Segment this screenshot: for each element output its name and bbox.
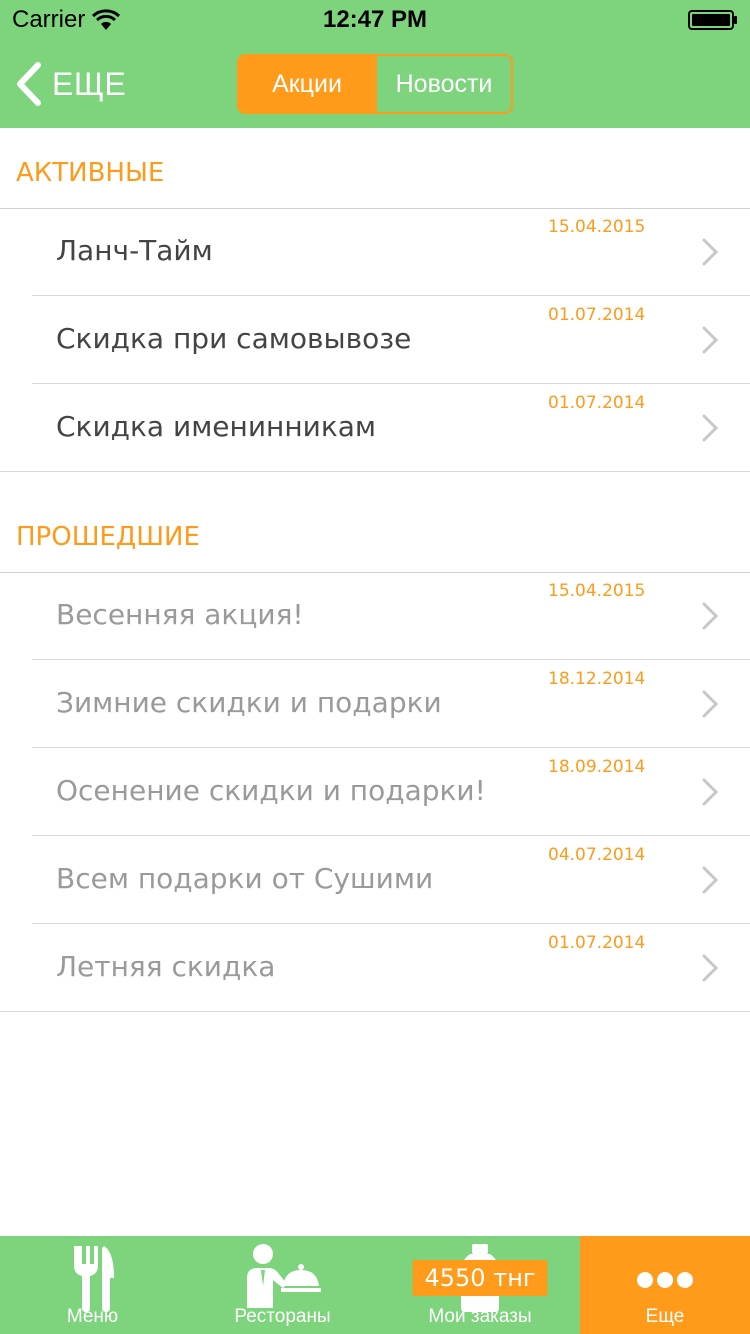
promo-title: Осенение скидки и подарки! [56, 774, 486, 807]
promo-title: Летняя скидка [56, 950, 276, 983]
tab-bar: Меню Рестораны 4550 тнг Мои заказы Еще [0, 1236, 750, 1334]
chevron-right-icon [702, 954, 719, 982]
order-total-badge: 4550 тнг [412, 1260, 548, 1296]
back-button[interactable]: ЕЩЕ [14, 60, 126, 108]
chevron-right-icon [702, 326, 719, 354]
list-item[interactable]: Летняя скидка 01.07.2014 [0, 924, 750, 1012]
fork-knife-icon [73, 1246, 114, 1312]
promo-date: 18.12.2014 [548, 669, 646, 689]
segment-promotions[interactable]: Акции [239, 56, 375, 112]
back-label: ЕЩЕ [52, 65, 127, 102]
more-dots-icon [637, 1272, 693, 1288]
promotions-list: АКТИВНЫЕ Ланч-Тайм 15.04.2015 Скидка при… [0, 128, 750, 1234]
list-item[interactable]: Скидка именинникам 01.07.2014 [0, 384, 750, 472]
battery-icon [688, 10, 737, 30]
section-title-past: ПРОШЕДШИЕ [16, 522, 200, 552]
promo-title: Ланч-Тайм [56, 234, 213, 267]
promo-date: 04.07.2014 [548, 845, 646, 865]
list-item[interactable]: Зимние скидки и подарки 18.12.2014 [0, 660, 750, 748]
chevron-right-icon [702, 414, 719, 442]
row-divider [0, 471, 750, 472]
promo-date: 01.07.2014 [548, 933, 646, 953]
promo-title: Зимние скидки и подарки [56, 686, 442, 719]
tab-restaurants[interactable]: Рестораны [185, 1236, 380, 1334]
chevron-right-icon [702, 866, 719, 894]
list-item[interactable]: Осенение скидки и подарки! 18.09.2014 [0, 748, 750, 836]
waiter-icon [246, 1244, 321, 1308]
list-item[interactable]: Всем подарки от Сушими 04.07.2014 [0, 836, 750, 924]
chevron-left-icon [17, 62, 41, 106]
segment-news[interactable]: Новости [375, 56, 511, 112]
segmented-control: Акции Новости [237, 54, 513, 114]
tab-menu[interactable]: Меню [0, 1236, 185, 1334]
promo-title: Скидка при самовывозе [56, 322, 412, 355]
navigation-header: Carrier 12:47 PM ЕЩЕ Акции Новости [0, 0, 750, 128]
tab-more[interactable]: Еще [580, 1236, 750, 1334]
list-item[interactable]: Скидка при самовывозе 01.07.2014 [0, 296, 750, 384]
promo-date: 18.09.2014 [548, 757, 646, 777]
section-title-active: АКТИВНЫЕ [16, 158, 165, 188]
status-bar: Carrier 12:47 PM [0, 0, 750, 40]
chevron-right-icon [702, 778, 719, 806]
list-item[interactable]: Весенняя акция! 15.04.2015 [0, 572, 750, 660]
list-item[interactable]: Ланч-Тайм 15.04.2015 [0, 208, 750, 296]
promo-date: 01.07.2014 [548, 393, 646, 413]
promo-title: Весенняя акция! [56, 598, 304, 631]
chevron-right-icon [702, 238, 719, 266]
promo-date: 15.04.2015 [548, 581, 646, 601]
status-time: 12:47 PM [322, 6, 428, 33]
promo-date: 01.07.2014 [548, 305, 646, 325]
tab-my-orders[interactable]: 4550 тнг Мои заказы [380, 1236, 580, 1334]
chevron-right-icon [702, 602, 719, 630]
promo-title: Скидка именинникам [56, 410, 377, 443]
promo-date: 15.04.2015 [548, 217, 646, 237]
chevron-right-icon [702, 690, 719, 718]
promo-title: Всем подарки от Сушими [56, 862, 434, 895]
row-divider [0, 1011, 750, 1012]
